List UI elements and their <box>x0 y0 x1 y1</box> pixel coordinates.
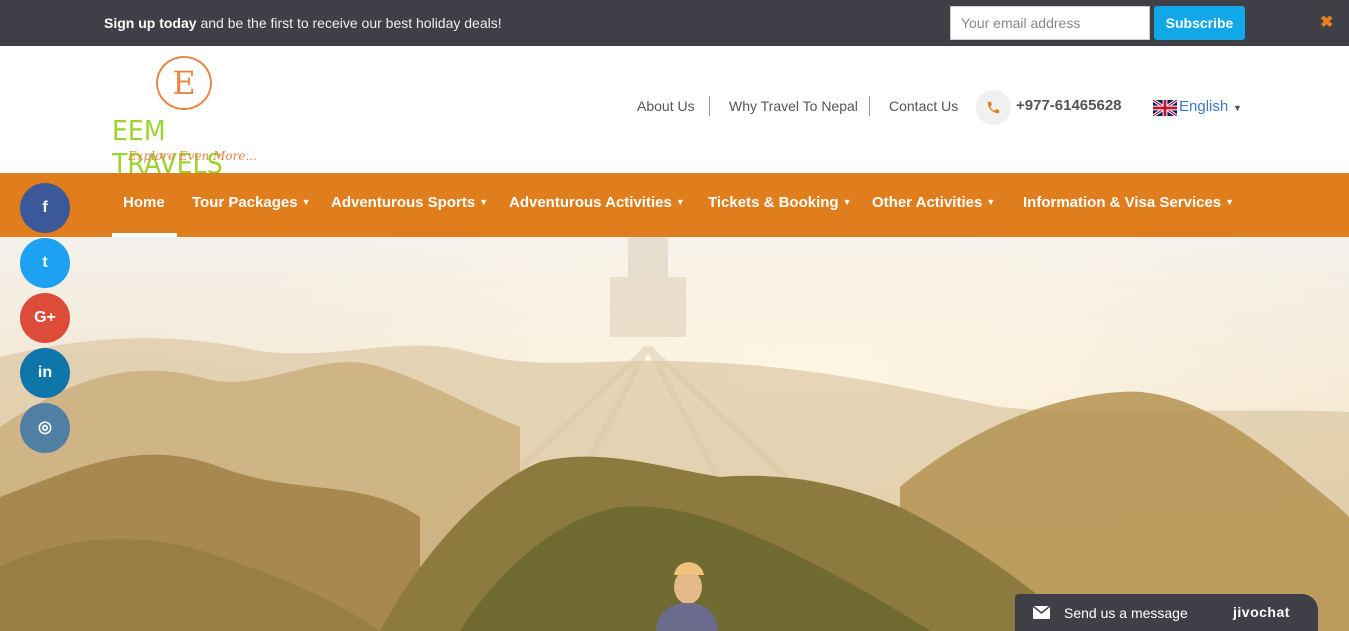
chevron-down-icon: ▼ <box>1225 197 1235 207</box>
signup-message: Sign up today and be the first to receiv… <box>104 15 502 31</box>
instagram-button[interactable]: ◎ <box>20 403 70 453</box>
linkedin-icon: in <box>37 364 53 381</box>
linkedin-button[interactable]: in <box>20 348 70 398</box>
subscribe-button[interactable]: Subscribe <box>1154 6 1245 40</box>
chat-brand: jivochat <box>1233 604 1290 620</box>
nav-item-home[interactable]: Home <box>123 194 165 211</box>
facebook-button[interactable]: f <box>20 183 70 233</box>
logo-name: EEM TRAVELS <box>112 114 223 180</box>
chevron-down-icon: ▼ <box>301 197 311 207</box>
contact-us-link[interactable]: Contact Us <box>889 98 958 114</box>
uk-flag-icon[interactable] <box>1152 98 1178 118</box>
phone-icon <box>976 90 1011 125</box>
link-divider <box>709 96 710 116</box>
hero-image <box>0 237 1349 631</box>
link-divider <box>869 96 870 116</box>
chat-label: Send us a message <box>1064 605 1188 621</box>
nav-item-tour-packages[interactable]: Tour Packages ▼ <box>192 194 311 211</box>
google-plus-icon: G+ <box>34 309 56 326</box>
logo-letter: E <box>172 64 196 102</box>
nav-item-other-activities[interactable]: Other Activities ▼ <box>872 194 995 211</box>
nav-item-adventurous-sports[interactable]: Adventurous Sports ▼ <box>331 194 488 211</box>
nav-item-adventurous-activities[interactable]: Adventurous Activities ▼ <box>509 194 685 211</box>
email-input[interactable] <box>950 6 1150 40</box>
about-us-link[interactable]: About Us <box>637 98 695 114</box>
logo[interactable]: E EEM TRAVELS Explore Even More... <box>112 54 262 180</box>
twitter-button[interactable]: t <box>20 238 70 288</box>
nav-item-tickets-booking[interactable]: Tickets & Booking ▼ <box>708 194 852 211</box>
phone-number[interactable]: +977-61465628 <box>1016 97 1122 114</box>
mountain-scene <box>0 237 1349 631</box>
site-header: E EEM TRAVELS Explore Even More... About… <box>0 46 1349 180</box>
envelope-icon <box>1032 605 1051 624</box>
why-travel-link[interactable]: Why Travel To Nepal <box>729 98 858 114</box>
chat-widget[interactable]: Send us a message jivochat <box>1015 594 1318 631</box>
language-selector[interactable]: English <box>1179 98 1228 115</box>
logo-tagline: Explore Even More... <box>128 149 257 163</box>
facebook-icon: f <box>42 199 48 216</box>
close-icon[interactable]: ✖ <box>1320 12 1333 32</box>
main-nav: Home Tour Packages ▼ Adventurous Sports ▼ … <box>0 173 1349 237</box>
instagram-icon: ◎ <box>38 419 52 436</box>
chevron-down-icon: ▼ <box>842 197 852 207</box>
google-plus-button[interactable]: G+ <box>20 293 70 343</box>
chevron-down-icon: ▼ <box>675 197 685 207</box>
signup-bar: Sign up today and be the first to receiv… <box>0 0 1349 46</box>
twitter-icon: t <box>42 254 48 271</box>
logo-circle: E <box>156 56 212 110</box>
chevron-down-icon[interactable]: ▼ <box>1233 103 1242 113</box>
nav-item-information-visa[interactable]: Information & Visa Services ▼ <box>1023 194 1234 211</box>
chevron-down-icon: ▼ <box>986 197 996 207</box>
chevron-down-icon: ▼ <box>479 197 489 207</box>
